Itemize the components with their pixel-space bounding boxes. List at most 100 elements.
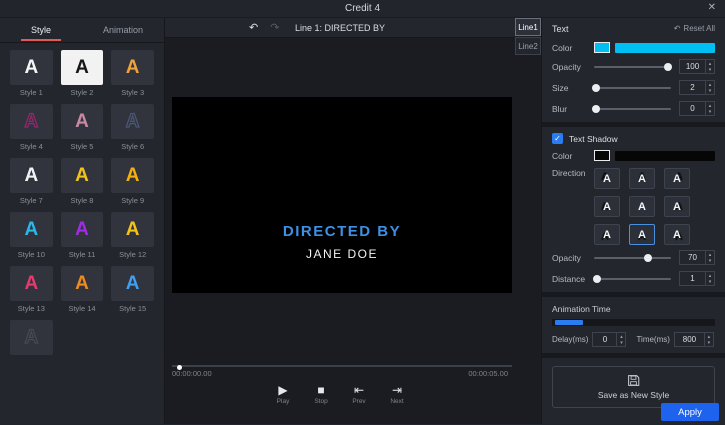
direction-row: Direction AAAAAAAAA: [542, 164, 725, 247]
text-color-bar[interactable]: [615, 43, 715, 53]
style-thumb[interactable]: A: [61, 158, 104, 193]
shadow-direction-option[interactable]: A: [594, 168, 620, 189]
style-item[interactable]: AStyle 2: [61, 50, 104, 97]
style-thumb[interactable]: A: [61, 212, 104, 247]
play-button[interactable]: ▶Play: [274, 383, 292, 424]
opacity-label: Opacity: [552, 62, 594, 72]
stop-label: Stop: [312, 398, 330, 405]
style-item[interactable]: AStyle 3: [111, 50, 154, 97]
opacity-spinner[interactable]: 100 ▴▾: [679, 59, 715, 74]
shadow-direction-option[interactable]: A: [664, 196, 690, 217]
tab-animation[interactable]: Animation: [82, 18, 164, 42]
line-title: Line 1: DIRECTED BY: [295, 23, 385, 33]
text-shadow-checkbox[interactable]: ✓: [552, 133, 563, 144]
shadow-direction-option[interactable]: A: [629, 168, 655, 189]
shadow-color-row: Color: [542, 147, 725, 164]
timeline-track[interactable]: [172, 365, 512, 367]
save-as-new-style-button[interactable]: Save as New Style: [552, 366, 715, 408]
spinner-arrows[interactable]: ▴▾: [616, 333, 625, 346]
style-thumb[interactable]: A: [10, 158, 53, 193]
style-item[interactable]: AStyle 4: [10, 104, 53, 151]
style-thumb[interactable]: A: [10, 104, 53, 139]
shadow-direction-option[interactable]: A: [629, 224, 655, 245]
blur-slider[interactable]: [594, 103, 671, 115]
style-thumb[interactable]: A: [111, 212, 154, 247]
shadow-color-swatch[interactable]: [594, 150, 610, 161]
style-thumb[interactable]: A: [61, 50, 104, 85]
spinner-arrows[interactable]: ▴▾: [705, 102, 714, 115]
style-item[interactable]: AStyle 9: [111, 158, 154, 205]
shadow-distance-spinner[interactable]: 1 ▴▾: [679, 271, 715, 286]
style-item[interactable]: AStyle 15: [111, 266, 154, 313]
tab-style[interactable]: Style: [0, 18, 82, 42]
shadow-direction-option[interactable]: A: [594, 224, 620, 245]
playhead[interactable]: [177, 365, 182, 370]
tab-line2[interactable]: Line2: [515, 37, 541, 55]
style-thumb[interactable]: A: [61, 266, 104, 301]
time-spinner[interactable]: 800 ▴▾: [674, 332, 714, 347]
delay-spinner[interactable]: 0 ▴▾: [592, 332, 626, 347]
prev-button[interactable]: ⇤Prev: [350, 383, 368, 424]
style-item[interactable]: AStyle 8: [61, 158, 104, 205]
text-color-swatch[interactable]: [594, 42, 610, 53]
spinner-arrows[interactable]: ▴▾: [705, 272, 714, 285]
save-label: Save as New Style: [598, 390, 669, 400]
caption-line1[interactable]: DIRECTED BY: [172, 223, 512, 240]
close-icon[interactable]: ✕: [708, 2, 716, 13]
animation-time-bar[interactable]: [552, 319, 715, 326]
next-button[interactable]: ⇥Next: [388, 383, 406, 424]
style-item[interactable]: AStyle 14: [61, 266, 104, 313]
reset-all-button[interactable]: ↶ Reset All: [674, 24, 715, 33]
style-thumb[interactable]: A: [10, 320, 53, 355]
shadow-direction-option[interactable]: A: [629, 196, 655, 217]
style-item[interactable]: AStyle 5: [61, 104, 104, 151]
style-thumb[interactable]: A: [10, 212, 53, 247]
style-thumb[interactable]: A: [10, 50, 53, 85]
style-thumb[interactable]: A: [61, 104, 104, 139]
caption-line2[interactable]: JANE DOE: [172, 247, 512, 261]
shadow-opacity-slider[interactable]: [594, 252, 671, 264]
animation-values-row: Delay(ms) 0 ▴▾ Time(ms) 800 ▴▾: [542, 329, 725, 350]
shadow-opacity-value: 70: [680, 251, 705, 264]
apply-button[interactable]: Apply: [661, 403, 719, 421]
style-item[interactable]: AStyle 7: [10, 158, 53, 205]
shadow-direction-option[interactable]: A: [664, 224, 690, 245]
style-item[interactable]: AStyle 12: [111, 212, 154, 259]
animation-bar-fill[interactable]: [555, 320, 583, 325]
style-item[interactable]: AStyle 6: [111, 104, 154, 151]
style-item[interactable]: AStyle 11: [61, 212, 104, 259]
style-thumb[interactable]: A: [111, 104, 154, 139]
save-icon: [627, 374, 640, 387]
shadow-distance-slider[interactable]: [594, 273, 671, 285]
style-item[interactable]: A Style 10: [10, 212, 53, 259]
style-thumb[interactable]: A: [10, 266, 53, 301]
delay-label: Delay(ms): [552, 335, 588, 344]
stop-button[interactable]: ■Stop: [312, 383, 330, 424]
style-item[interactable]: A: [10, 320, 53, 358]
shadow-opacity-spinner[interactable]: 70 ▴▾: [679, 250, 715, 265]
spinner-arrows[interactable]: ▴▾: [705, 60, 714, 73]
timeline: 00:00:00.00 00:00:05.00: [165, 363, 515, 379]
redo-icon[interactable]: ↷: [270, 21, 279, 34]
shadow-color-bar[interactable]: [615, 151, 715, 161]
undo-icon[interactable]: ↶: [249, 21, 258, 34]
size-label: Size: [552, 83, 594, 93]
style-thumb[interactable]: A: [111, 50, 154, 85]
shadow-direction-option[interactable]: A: [664, 168, 690, 189]
preview-canvas[interactable]: DIRECTED BY JANE DOE: [172, 97, 512, 293]
size-slider[interactable]: [594, 82, 671, 94]
shadow-direction-option[interactable]: A: [594, 196, 620, 217]
style-item-label: Style 10: [10, 250, 53, 259]
style-thumb[interactable]: A: [111, 158, 154, 193]
spinner-arrows[interactable]: ▴▾: [704, 333, 713, 346]
style-thumb[interactable]: A: [111, 266, 154, 301]
spinner-arrows[interactable]: ▴▾: [705, 251, 714, 264]
blur-spinner[interactable]: 0 ▴▾: [679, 101, 715, 116]
size-spinner[interactable]: 2 ▴▾: [679, 80, 715, 95]
spinner-arrows[interactable]: ▴▾: [705, 81, 714, 94]
tab-line1[interactable]: Line1: [515, 18, 541, 36]
stop-icon: ■: [312, 383, 330, 397]
opacity-slider[interactable]: [594, 61, 671, 73]
style-item[interactable]: AStyle 13: [10, 266, 53, 313]
style-item[interactable]: AStyle 1: [10, 50, 53, 97]
